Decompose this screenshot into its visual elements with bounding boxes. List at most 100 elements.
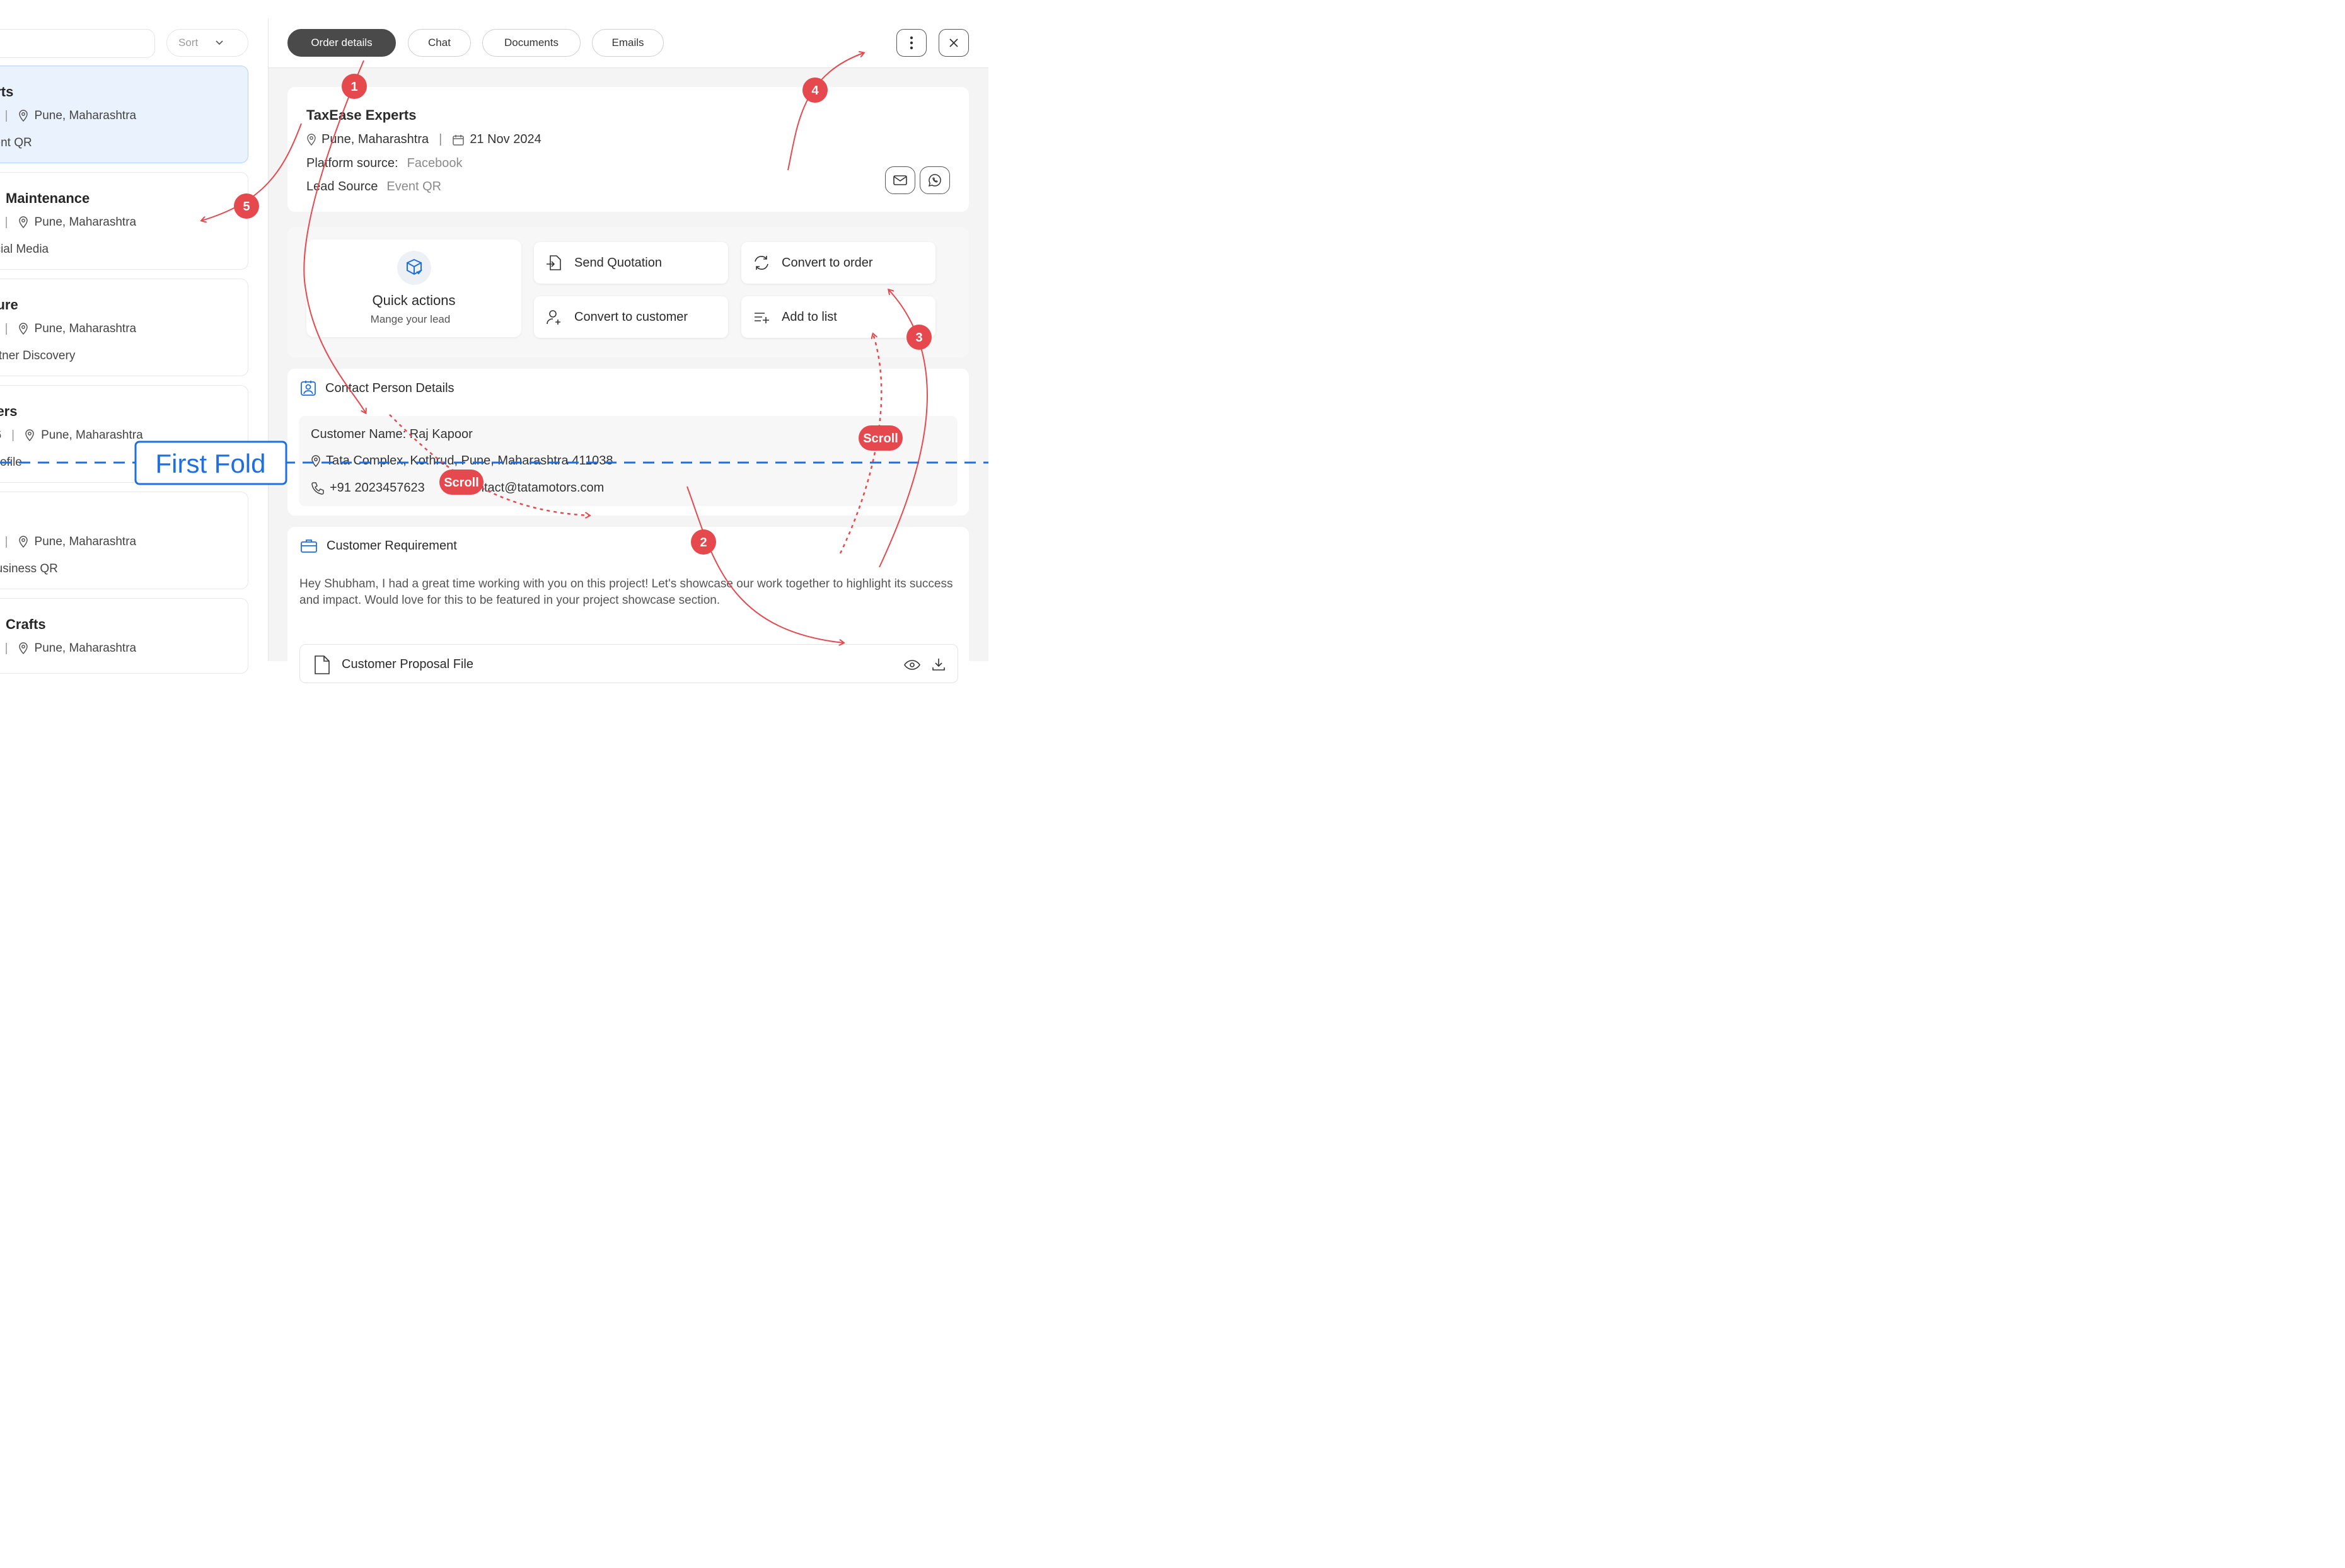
customer-address-row: Tata Complex, Kothrud, Pune, Maharashtra…: [311, 454, 613, 468]
close-button[interactable]: [939, 29, 969, 57]
convert-to-customer-label: Convert to customer: [574, 309, 688, 324]
contact-person-card: Contact Person Details Customer Name: Ra…: [287, 369, 969, 516]
lead-source: Business QR: [0, 562, 58, 575]
contact-section-header: Contact Person Details: [300, 380, 455, 396]
location-pin-icon: [311, 454, 320, 467]
lead-meta: o| Pune, Maharashtra: [0, 322, 137, 336]
detail-tab-bar: Order details Chat Documents Emails: [269, 19, 988, 68]
meta-separator: |: [4, 109, 8, 122]
location-pin-icon: [25, 429, 34, 442]
contact-details-box: Customer Name: Raj Kapoor Tata Complex, …: [299, 416, 958, 506]
package-icon: [407, 258, 422, 275]
lead-source: ocial Media: [0, 243, 49, 256]
add-to-list-button[interactable]: Add to list: [741, 296, 935, 338]
lead-source-label: Lead Source: [306, 180, 378, 193]
lead-location: Pune, Maharashtra: [41, 429, 143, 442]
customer-email[interactable]: contact@tatamotors.com: [464, 481, 605, 495]
whatsapp-icon: [928, 174, 941, 187]
lead-card[interactable]: erts 4| Pune, Maharashtra vent QR: [0, 66, 248, 163]
lead-card[interactable]: Crafts 6| Pune, Maharashtra: [0, 598, 248, 674]
customer-address: Tata Complex, Kothrud, Pune, Maharashtra…: [326, 454, 613, 468]
refresh-icon: [755, 256, 768, 270]
customer-phone[interactable]: +91 2023457623: [330, 481, 425, 495]
convert-to-customer-button[interactable]: Convert to customer: [534, 296, 728, 338]
eye-icon[interactable]: [904, 660, 920, 670]
quick-actions-subtitle: Mange your lead: [370, 313, 451, 325]
lead-title: erts: [0, 84, 14, 100]
download-icon[interactable]: [932, 657, 946, 671]
convert-to-order-button[interactable]: Convert to order: [741, 242, 935, 284]
add-user-icon: [547, 310, 560, 325]
send-quotation-button[interactable]: Send Quotation: [534, 242, 728, 284]
whatsapp-button[interactable]: [920, 166, 950, 194]
lead-card[interactable]: Maintenance 6| Pune, Maharashtra ocial M…: [0, 172, 248, 270]
tab-order-details[interactable]: Order details: [287, 29, 396, 57]
mail-icon: [893, 175, 907, 185]
proposal-file-name: Customer Proposal File: [342, 657, 473, 671]
lead-location: Pune, Maharashtra: [34, 109, 137, 122]
lead-source: artner Discovery: [0, 349, 76, 362]
lead-meta: o| Pune, Maharashtra: [0, 535, 137, 549]
email-button[interactable]: [885, 166, 915, 194]
lead-card[interactable]: ners 26 | Pune, Maharashtra Profile: [0, 385, 248, 483]
chevron-down-icon: [216, 40, 223, 45]
proposal-file-row[interactable]: Customer Proposal File: [299, 644, 958, 683]
location-pin-icon: [18, 323, 28, 335]
lead-meta-prefix: 26: [0, 429, 1, 442]
phone-icon: [311, 481, 324, 495]
close-icon: [949, 38, 958, 47]
top-bar: [0, 0, 988, 20]
lead-meta: 26 | Pune, Maharashtra: [0, 429, 143, 442]
mail-icon: [446, 483, 459, 493]
sort-label: Sort: [178, 37, 199, 49]
send-quotation-icon: [547, 255, 561, 270]
lead-location: Pune, Maharashtra: [34, 216, 137, 229]
lead-meta: 6| Pune, Maharashtra: [0, 642, 137, 655]
quick-actions-title: Quick actions: [372, 292, 456, 308]
sort-dropdown[interactable]: Sort: [166, 29, 248, 57]
tab-chat[interactable]: Chat: [408, 29, 471, 57]
file-icon: [315, 655, 330, 674]
package-icon-wrap: [397, 251, 431, 285]
location-pin-icon: [18, 110, 28, 122]
lead-card[interactable]: iture o| Pune, Maharashtra artner Discov…: [0, 279, 248, 376]
lead-title: Crafts: [6, 616, 46, 632]
lead-info-card: TaxEase Experts Pune, Maharashtra | 21 N…: [287, 87, 969, 212]
briefcase-icon: [301, 539, 317, 553]
quick-actions-summary: Quick actions Mange your lead: [306, 239, 521, 337]
lead-location: Pune, Maharashtra: [34, 322, 137, 335]
lead-meta: 4| Pune, Maharashtra: [0, 109, 137, 123]
lead-location: Pune, Maharashtra: [321, 132, 429, 146]
requirement-section-title: Customer Requirement: [327, 538, 457, 553]
meta-separator: |: [11, 429, 15, 442]
send-quotation-label: Send Quotation: [574, 255, 662, 270]
convert-to-order-label: Convert to order: [782, 255, 873, 270]
tab-emails[interactable]: Emails: [592, 29, 664, 57]
lead-card[interactable]: o o| Pune, Maharashtra Business QR: [0, 492, 248, 589]
location-pin-icon: [18, 536, 28, 548]
lead-name: TaxEase Experts: [306, 107, 417, 123]
meta-separator: |: [4, 642, 8, 655]
search-input[interactable]: [0, 29, 155, 58]
customer-contact-row: +91 2023457623 contact@tatamotors.com: [311, 481, 604, 495]
lead-title: iture: [0, 297, 18, 313]
location-pin-icon: [18, 216, 28, 229]
tab-documents[interactable]: Documents: [482, 29, 581, 57]
lead-location-date-row: Pune, Maharashtra | 21 Nov 2024: [306, 132, 541, 147]
location-pin-icon: [307, 133, 316, 146]
quick-actions-card: Quick actions Mange your lead Send Quota…: [287, 227, 969, 357]
more-options-button[interactable]: [896, 29, 927, 57]
lead-title: ners: [0, 403, 18, 419]
lead-meta: 6| Pune, Maharashtra: [0, 216, 137, 229]
contact-section-title: Contact Person Details: [325, 381, 455, 395]
lead-source-row: Lead Source Event QR: [306, 180, 441, 194]
lead-location: Pune, Maharashtra: [34, 535, 137, 548]
lead-location: Pune, Maharashtra: [34, 642, 137, 655]
customer-requirement-card: Customer Requirement Hey Shubham, I had …: [287, 527, 969, 683]
meta-separator: |: [4, 322, 8, 335]
more-vertical-icon: [910, 36, 913, 50]
lead-title: Maintenance: [6, 190, 90, 206]
platform-source-value: Facebook: [407, 156, 463, 170]
lead-detail-panel: Order details Chat Documents Emails TaxE…: [269, 19, 988, 683]
lead-list-panel: Sort erts 4| Pune, Maharashtra vent QR M…: [0, 19, 269, 674]
